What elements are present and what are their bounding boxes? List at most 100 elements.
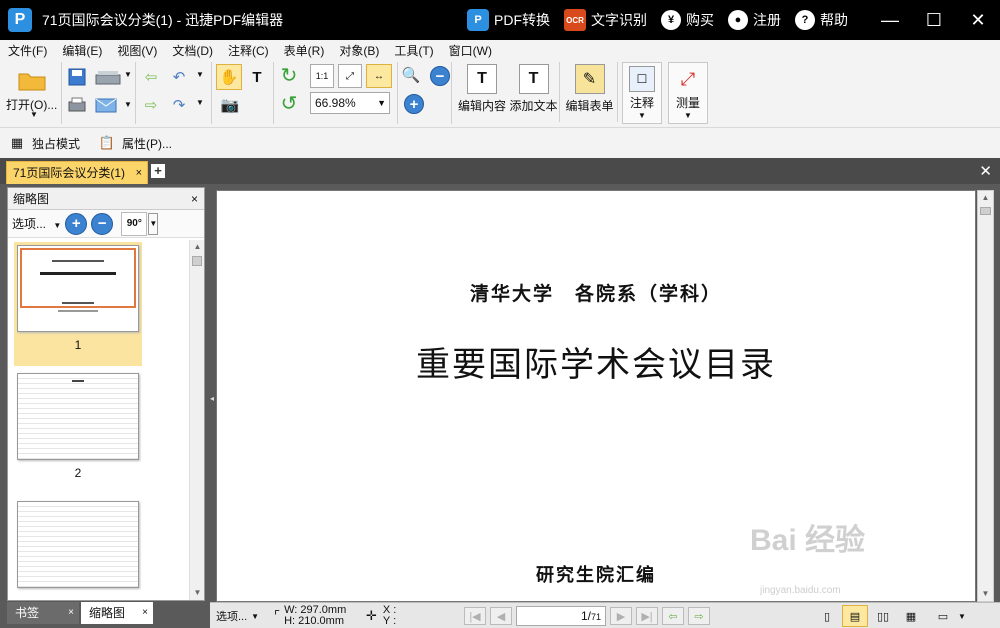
- enlarge-thumbnails-button[interactable]: +: [65, 212, 88, 235]
- scroll-up-icon[interactable]: ▲: [978, 191, 993, 205]
- actual-size-icon: 1:1: [315, 71, 329, 81]
- tab-bookmarks-label: 书签: [15, 606, 40, 620]
- panel-options-dropdown[interactable]: 选项... ▼: [12, 215, 61, 232]
- scrollbar-thumb[interactable]: [980, 207, 991, 215]
- close-button[interactable]: ✕: [956, 0, 1000, 40]
- rotate-ccw-button[interactable]: ↺: [278, 92, 300, 115]
- next-view-status-button[interactable]: ⇨: [688, 607, 710, 625]
- thumbnail-item[interactable]: [14, 498, 142, 600]
- last-page-button[interactable]: ▶|: [636, 607, 658, 625]
- ocr-button[interactable]: OCR 文字识别: [564, 9, 647, 31]
- single-page-button[interactable]: ▯: [814, 605, 840, 627]
- two-page-button[interactable]: ▯▯: [870, 605, 896, 627]
- tab-bookmarks[interactable]: 书签 ×: [7, 602, 79, 624]
- menu-form[interactable]: 表单(R): [284, 42, 325, 59]
- panel-title: 缩略图: [13, 192, 50, 206]
- print-button[interactable]: [66, 94, 88, 116]
- annotate-dropdown[interactable]: ☐ 注释 ▼: [622, 62, 662, 124]
- first-page-button[interactable]: |◀: [464, 607, 486, 625]
- scan-dropdown-icon[interactable]: ▼: [124, 70, 132, 79]
- thumbnail-item[interactable]: 2: [14, 370, 142, 494]
- snapshot-button[interactable]: 📷: [218, 94, 242, 116]
- tab-close-icon[interactable]: ×: [142, 602, 148, 624]
- shrink-thumbnails-button[interactable]: −: [91, 212, 114, 235]
- next-view-button[interactable]: ⇨: [140, 94, 162, 116]
- scroll-down-icon[interactable]: ▼: [978, 587, 993, 601]
- undo-dropdown-icon[interactable]: ▼: [196, 70, 204, 79]
- undo-button[interactable]: ↶: [168, 66, 190, 88]
- hand-tool-button[interactable]: ✋: [216, 64, 242, 90]
- scrollbar-thumb[interactable]: [192, 256, 202, 266]
- edit-content-button[interactable]: T 编辑内容: [456, 62, 508, 122]
- collapse-panel-icon[interactable]: ◂: [210, 394, 214, 403]
- zoom-tool-button[interactable]: 🔍: [400, 64, 422, 86]
- menu-view[interactable]: 视图(V): [117, 42, 157, 59]
- two-page-continuous-button[interactable]: ▦: [898, 605, 924, 627]
- screen-mode-button[interactable]: ▭: [930, 605, 956, 627]
- pdf-convert-button[interactable]: P PDF转换: [467, 9, 550, 31]
- menu-object[interactable]: 对象(B): [339, 42, 379, 59]
- zoom-group: 🔍 − +: [398, 62, 452, 124]
- page-number-input[interactable]: 1/71: [516, 606, 606, 626]
- zoom-in-button[interactable]: +: [404, 94, 424, 114]
- close-document-button[interactable]: ✕: [979, 162, 992, 180]
- rotate-cw-button[interactable]: ↻: [278, 64, 300, 87]
- help-button[interactable]: ? 帮助: [795, 10, 848, 30]
- register-button[interactable]: ● 注册: [728, 10, 781, 30]
- fit-page-button[interactable]: ⤢: [338, 64, 362, 88]
- fit-width-button[interactable]: ↔: [366, 64, 392, 88]
- edit-form-button[interactable]: ✎ 编辑表单: [562, 62, 618, 122]
- redo-button[interactable]: ↷: [168, 94, 190, 116]
- menu-file[interactable]: 文件(F): [8, 42, 47, 59]
- document-footer-line: 研究生院汇编: [536, 565, 656, 586]
- exclusive-mode-label: 独占模式: [32, 136, 81, 151]
- menu-document[interactable]: 文档(D): [172, 42, 213, 59]
- rotate-dropdown-icon[interactable]: ▼: [148, 212, 159, 235]
- scroll-down-icon[interactable]: ▼: [190, 586, 205, 600]
- measure-dropdown[interactable]: ⤢ 测量 ▼: [668, 62, 708, 124]
- rotate-page-button[interactable]: 90°: [121, 211, 148, 236]
- menu-window[interactable]: 窗口(W): [449, 42, 492, 59]
- prev-page-button[interactable]: ◀: [490, 607, 512, 625]
- thumbnail-item[interactable]: 1: [14, 242, 142, 366]
- zoom-select[interactable]: 66.98% ▼: [310, 92, 390, 114]
- document-scrollbar[interactable]: ▲ ▼: [977, 190, 994, 602]
- actual-size-button[interactable]: 1:1: [310, 64, 334, 88]
- add-text-button[interactable]: T 添加文本: [508, 62, 560, 122]
- email-dropdown-icon[interactable]: ▼: [124, 100, 132, 109]
- new-tab-button[interactable]: +: [151, 164, 165, 178]
- prev-view-button[interactable]: ⇦: [140, 66, 162, 88]
- scan-button[interactable]: [92, 66, 126, 88]
- thumbnail-scrollbar[interactable]: ▲ ▼: [189, 240, 204, 600]
- email-button[interactable]: [92, 94, 122, 116]
- save-button[interactable]: [66, 66, 88, 88]
- exclusive-mode-button[interactable]: ▦ 独占模式: [8, 134, 80, 152]
- open-button[interactable]: [16, 66, 48, 94]
- tab-close-icon[interactable]: ×: [136, 162, 142, 184]
- prev-view-status-button[interactable]: ⇦: [662, 607, 684, 625]
- chevron-down-icon[interactable]: ▼: [958, 612, 966, 621]
- pdf-page[interactable]: 清华大学 各院系（学科） 重要国际学术会议目录 研究生院汇编: [216, 190, 976, 602]
- tab-close-icon[interactable]: ×: [68, 602, 74, 624]
- thumbnail-page-image: [17, 373, 139, 460]
- open-dropdown-icon[interactable]: ▼: [30, 110, 38, 119]
- redo-dropdown-icon[interactable]: ▼: [196, 98, 204, 107]
- minimize-button[interactable]: —: [868, 0, 912, 40]
- panel-close-icon[interactable]: ×: [191, 188, 198, 210]
- panel-options-label: 选项...: [12, 217, 47, 231]
- status-options-dropdown[interactable]: 选项... ▼: [216, 603, 259, 628]
- menu-tools[interactable]: 工具(T): [394, 42, 433, 59]
- tab-thumbnails[interactable]: 缩略图 ×: [81, 602, 153, 624]
- menu-comment[interactable]: 注释(C): [228, 42, 269, 59]
- scroll-up-icon[interactable]: ▲: [190, 240, 205, 254]
- menu-edit[interactable]: 编辑(E): [62, 42, 102, 59]
- buy-button[interactable]: ¥ 购买: [661, 10, 714, 30]
- properties-button[interactable]: 📋 属性(P)...: [98, 134, 172, 152]
- next-page-button[interactable]: ▶: [610, 607, 632, 625]
- zoom-out-button[interactable]: −: [430, 66, 450, 86]
- document-tab[interactable]: 71页国际会议分类(1) ×: [6, 161, 148, 184]
- continuous-page-button[interactable]: ▤: [842, 605, 868, 627]
- arrow-left-page-icon: ⇦: [144, 69, 158, 86]
- maximize-button[interactable]: ☐: [912, 0, 956, 40]
- select-text-button[interactable]: T: [244, 64, 270, 90]
